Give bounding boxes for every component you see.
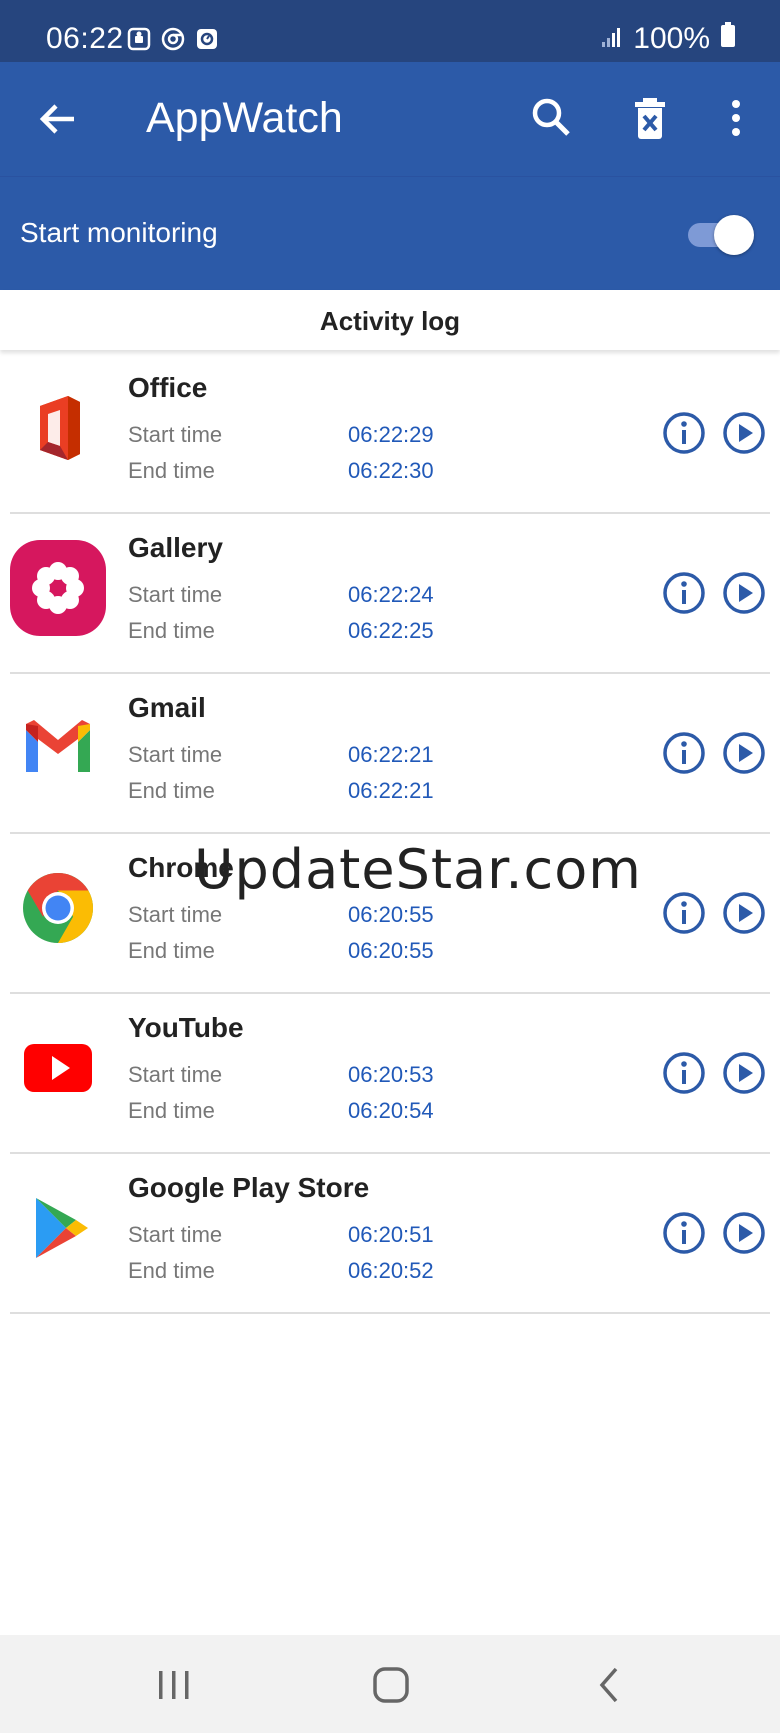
info-icon xyxy=(663,732,705,774)
start-time-value: 06:22:21 xyxy=(348,742,434,767)
info-button[interactable] xyxy=(661,410,707,456)
home-button[interactable] xyxy=(369,1663,413,1707)
end-time-label: End time xyxy=(128,778,215,803)
play-icon xyxy=(723,892,765,934)
list-item[interactable]: Chrome Start time 06:20:55 End time 06:2… xyxy=(0,834,780,994)
search-icon xyxy=(532,98,570,136)
monitoring-bar: Start monitoring xyxy=(0,176,780,290)
launch-button[interactable] xyxy=(721,1210,767,1256)
status-time: 06:22 xyxy=(46,22,124,55)
gallery-icon xyxy=(10,540,106,636)
end-time-value: 06:20:52 xyxy=(348,1258,434,1283)
start-time-value: 06:20:55 xyxy=(348,902,434,927)
info-icon xyxy=(663,1052,705,1094)
info-icon xyxy=(663,1212,705,1254)
home-icon xyxy=(373,1667,409,1703)
play-icon xyxy=(723,1212,765,1254)
end-time-value: 06:20:54 xyxy=(348,1098,434,1123)
app-name: YouTube xyxy=(128,1012,244,1043)
app-name: Gmail xyxy=(128,692,206,723)
chrome-icon xyxy=(10,860,106,956)
recent-apps-icon xyxy=(159,1671,189,1699)
gmail-icon xyxy=(10,700,106,796)
chevron-left-icon xyxy=(599,1667,618,1703)
search-button[interactable] xyxy=(526,92,578,144)
app-name: Gallery xyxy=(128,532,223,563)
list-item[interactable]: Google Play Store Start time 06:20:51 En… xyxy=(0,1154,780,1314)
info-button[interactable] xyxy=(661,1210,707,1256)
appwatch-notification-icon xyxy=(195,27,219,51)
play-store-icon xyxy=(10,1180,106,1276)
monitoring-toggle[interactable] xyxy=(686,215,754,255)
end-time-value: 06:22:25 xyxy=(348,618,434,643)
launch-button[interactable] xyxy=(721,1050,767,1096)
chrome-notification-icon xyxy=(161,27,185,51)
toggle-thumb xyxy=(714,215,754,255)
launch-button[interactable] xyxy=(721,730,767,776)
end-time-label: End time xyxy=(128,618,215,643)
start-time-label: Start time xyxy=(128,902,223,927)
play-icon xyxy=(723,732,765,774)
info-button[interactable] xyxy=(661,890,707,936)
start-time-label: Start time xyxy=(128,582,223,607)
start-time-value: 06:20:51 xyxy=(348,1222,434,1247)
info-button[interactable] xyxy=(661,1050,707,1096)
app-name: Chrome xyxy=(128,852,234,883)
android-notification-icon xyxy=(127,27,151,51)
end-time-label: End time xyxy=(128,1258,215,1283)
more-options-button[interactable] xyxy=(710,92,762,144)
launch-button[interactable] xyxy=(721,570,767,616)
end-time-label: End time xyxy=(128,458,215,483)
info-button[interactable] xyxy=(661,730,707,776)
notification-icons xyxy=(127,27,219,51)
play-icon xyxy=(723,412,765,454)
battery-icon xyxy=(720,22,736,56)
info-icon xyxy=(663,412,705,454)
app-name: Office xyxy=(128,372,208,403)
clear-log-button[interactable] xyxy=(624,92,676,144)
status-right: 100% xyxy=(601,22,736,56)
end-time-value: 06:22:30 xyxy=(348,458,434,483)
app-bar: AppWatch xyxy=(0,62,780,176)
play-icon xyxy=(723,1052,765,1094)
end-time-value: 06:20:55 xyxy=(348,938,434,963)
end-time-value: 06:22:21 xyxy=(348,778,434,803)
list-item[interactable]: Gmail Start time 06:22:21 End time 06:22… xyxy=(0,674,780,834)
list-item[interactable]: Gallery Start time 06:22:24 End time 06:… xyxy=(0,514,780,674)
status-bar: 06:22 100% xyxy=(0,0,780,62)
end-time-label: End time xyxy=(128,938,215,963)
start-time-label: Start time xyxy=(128,742,223,767)
end-time-label: End time xyxy=(128,1098,215,1123)
more-vertical-icon xyxy=(732,100,740,136)
system-back-button[interactable] xyxy=(588,1663,632,1707)
start-time-value: 06:22:29 xyxy=(348,422,434,447)
info-button[interactable] xyxy=(661,570,707,616)
list-item[interactable]: YouTube Start time 06:20:53 End time 06:… xyxy=(0,994,780,1154)
activity-log-header: Activity log xyxy=(0,290,780,350)
back-button[interactable] xyxy=(34,94,84,144)
start-time-label: Start time xyxy=(128,1222,223,1247)
start-time-value: 06:22:24 xyxy=(348,582,434,607)
activity-list: Office Start time 06:22:29 End time 06:2… xyxy=(0,354,780,1314)
arrow-left-icon xyxy=(39,104,74,134)
launch-button[interactable] xyxy=(721,890,767,936)
office-icon xyxy=(10,380,106,476)
start-time-value: 06:20:53 xyxy=(348,1062,434,1087)
info-icon xyxy=(663,572,705,614)
launch-button[interactable] xyxy=(721,410,767,456)
app-title: AppWatch xyxy=(146,94,343,142)
list-item[interactable]: Office Start time 06:22:29 End time 06:2… xyxy=(0,354,780,514)
recent-apps-button[interactable] xyxy=(152,1663,196,1707)
delete-icon xyxy=(635,98,665,139)
youtube-icon xyxy=(10,1020,106,1116)
signal-icon xyxy=(601,22,623,56)
info-icon xyxy=(663,892,705,934)
play-icon xyxy=(723,572,765,614)
monitoring-label: Start monitoring xyxy=(20,217,218,248)
start-time-label: Start time xyxy=(128,422,223,447)
start-time-label: Start time xyxy=(128,1062,223,1087)
system-nav-bar xyxy=(0,1635,780,1733)
app-name: Google Play Store xyxy=(128,1172,370,1203)
battery-level: 100% xyxy=(633,22,710,55)
